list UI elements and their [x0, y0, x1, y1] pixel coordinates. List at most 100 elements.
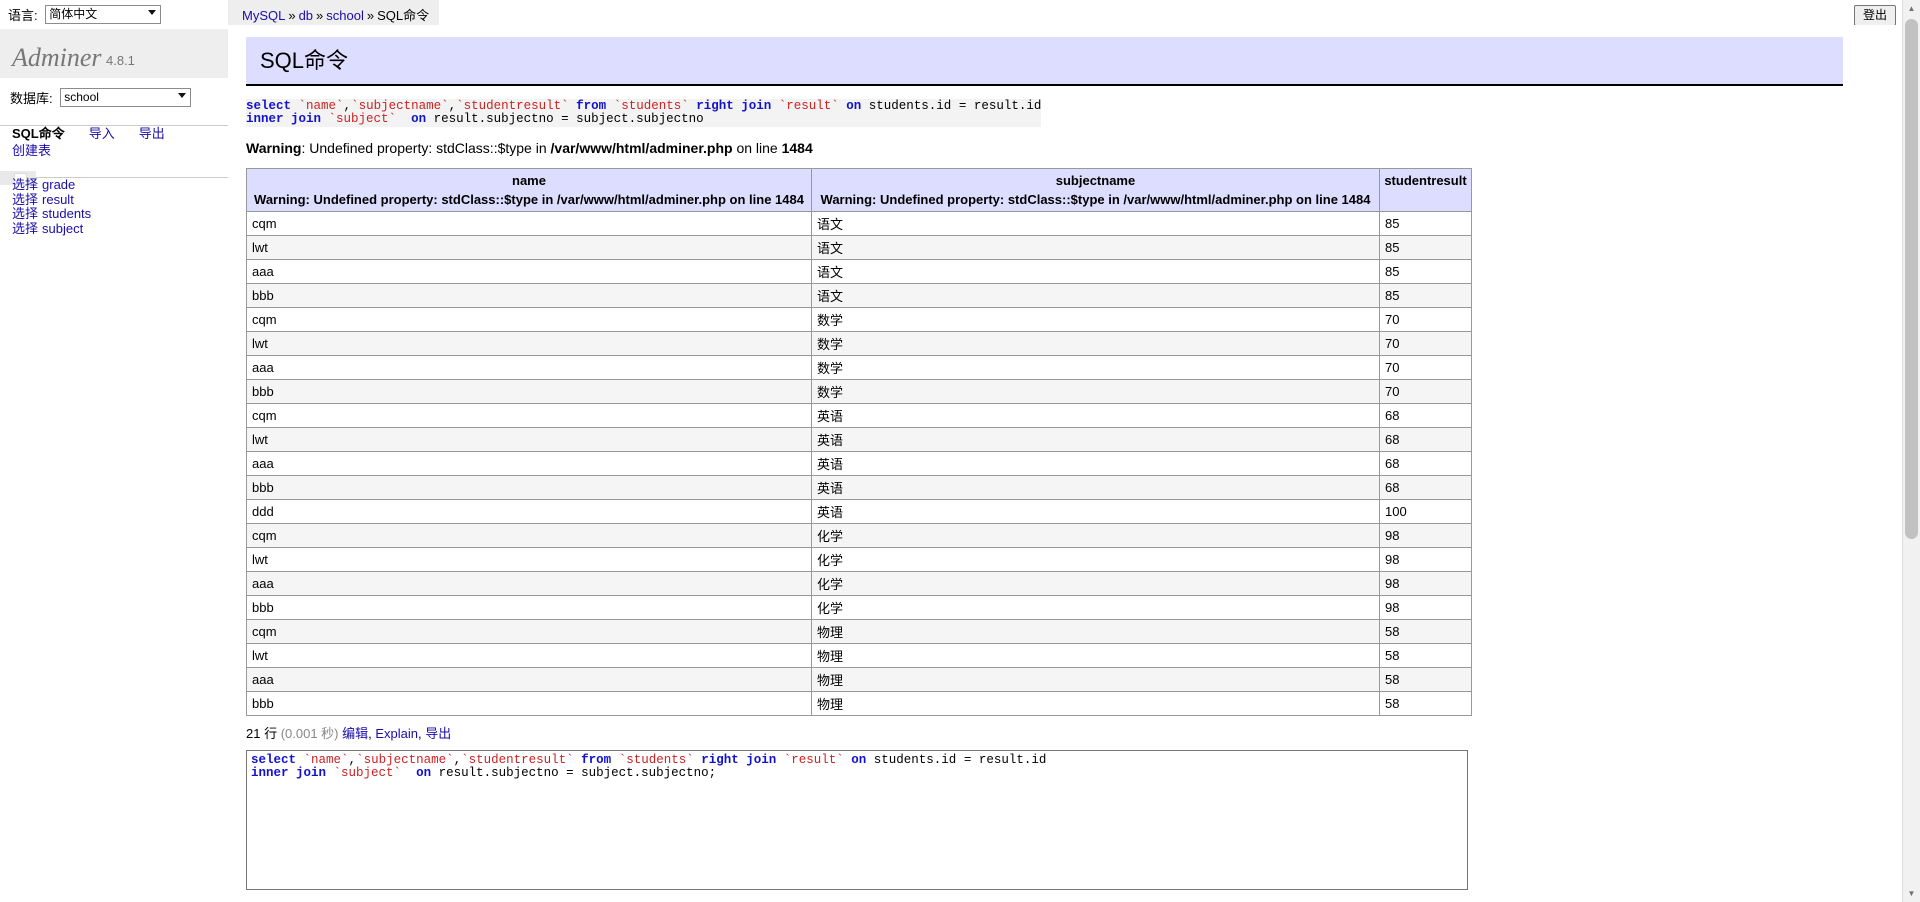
- table-list-item: 选择 result: [12, 192, 224, 208]
- cell-name: cqm: [246, 619, 812, 645]
- table-row[interactable]: cqm 英语 68: [246, 403, 1472, 429]
- sidebar-item-create-table[interactable]: 创建表: [12, 143, 51, 158]
- cell-studentresult: 68: [1379, 427, 1472, 453]
- cell-name: aaa: [246, 259, 812, 285]
- table-row[interactable]: bbb 物理 58: [246, 691, 1472, 717]
- warning-online: on line: [732, 140, 782, 157]
- table-row[interactable]: bbb 英语 68: [246, 475, 1472, 501]
- table-row[interactable]: aaa 语文 85: [246, 259, 1472, 285]
- table-row[interactable]: cqm 数学 70: [246, 307, 1472, 333]
- column-header-name[interactable]: name Warning: Undefined property: stdClas…: [246, 168, 812, 213]
- cell-subjectname: 英语: [811, 499, 1380, 525]
- table-row[interactable]: bbb 数学 70: [246, 379, 1472, 405]
- sql-token: result.subjectno = subject.subjectno;: [431, 766, 717, 781]
- cell-name: lwt: [246, 643, 812, 669]
- cell-subjectname: 语文: [811, 259, 1380, 285]
- result-header-row: name Warning: Undefined property: stdClas…: [246, 168, 1472, 213]
- export-link[interactable]: 导出: [425, 726, 451, 741]
- table-row[interactable]: lwt 英语 68: [246, 427, 1472, 453]
- cell-name: lwt: [246, 235, 812, 261]
- vertical-scrollbar[interactable]: ▲ ▼: [1902, 0, 1920, 902]
- table-row[interactable]: lwt 语文 85: [246, 235, 1472, 261]
- select-table-link-subject[interactable]: 选择: [12, 221, 38, 236]
- table-row[interactable]: lwt 数学 70: [246, 331, 1472, 357]
- cell-name: cqm: [246, 523, 812, 549]
- select-table-link-grade[interactable]: 选择: [12, 177, 38, 192]
- table-row[interactable]: bbb 语文 85: [246, 283, 1472, 309]
- table-row[interactable]: lwt 化学 98: [246, 547, 1472, 573]
- cell-name: aaa: [246, 571, 812, 597]
- query-line-2: inner join `subject` on result.subjectno…: [246, 112, 704, 126]
- sql-token: `name`: [298, 99, 344, 114]
- table-row[interactable]: aaa 英语 68: [246, 451, 1472, 477]
- explain-link[interactable]: Explain: [375, 726, 418, 741]
- table-row[interactable]: cqm 语文 85: [246, 211, 1472, 237]
- sql-query-textarea[interactable]: select `name`,`subjectname`,`studentresu…: [246, 750, 1468, 891]
- table-row[interactable]: bbb 化学 98: [246, 595, 1472, 621]
- cell-subjectname: 化学: [811, 571, 1380, 597]
- table-link-result[interactable]: result: [42, 192, 74, 207]
- adminer-logo-box: Adminer 4.8.1: [0, 29, 228, 79]
- table-row[interactable]: cqm 化学 98: [246, 523, 1472, 549]
- scroll-down-icon[interactable]: ▼: [1903, 885, 1920, 902]
- column-header-studentresult[interactable]: studentresult: [1379, 168, 1472, 213]
- cell-subjectname: 数学: [811, 379, 1380, 405]
- cell-subjectname: 英语: [811, 451, 1380, 477]
- cell-name: bbb: [246, 595, 812, 621]
- cell-subjectname: 数学: [811, 355, 1380, 381]
- breadcrumb-separator: »: [366, 8, 375, 23]
- sql-token: on: [846, 99, 862, 114]
- scrollbar-thumb[interactable]: [1905, 19, 1918, 539]
- sql-token: `studentresult`: [456, 99, 569, 114]
- table-row[interactable]: aaa 化学 98: [246, 571, 1472, 597]
- cell-studentresult: 100: [1379, 499, 1472, 525]
- table-link-grade[interactable]: grade: [42, 177, 75, 192]
- sidebar-item-export[interactable]: 导出: [139, 126, 165, 141]
- sql-token: ,: [343, 99, 352, 114]
- select-table-link-students[interactable]: 选择: [12, 206, 38, 222]
- cell-subjectname: 物理: [811, 667, 1380, 693]
- table-row[interactable]: cqm 物理 58: [246, 619, 1472, 645]
- cell-subjectname: 数学: [811, 307, 1380, 333]
- sql-token: select: [246, 99, 292, 114]
- sidebar-item-sql-command[interactable]: SQL命令: [12, 126, 65, 141]
- cell-name: bbb: [246, 691, 812, 717]
- breadcrumb-db[interactable]: db: [299, 8, 313, 23]
- column-header-subjectname[interactable]: subjectname Warning: Undefined property: …: [811, 168, 1380, 213]
- table-link-subject[interactable]: subject: [42, 221, 83, 236]
- query-duration: (0.001 秒): [280, 726, 339, 742]
- cell-studentresult: 70: [1379, 355, 1472, 381]
- language-selected-value: 简体中文: [49, 7, 98, 21]
- cell-studentresult: 58: [1379, 643, 1472, 669]
- breadcrumb-server[interactable]: MySQL: [242, 8, 285, 23]
- cell-subjectname: 英语: [811, 427, 1380, 453]
- table-list-item: 选择 subject: [12, 221, 224, 237]
- cell-studentresult: 68: [1379, 451, 1472, 477]
- table-row[interactable]: ddd 英语 100: [246, 499, 1472, 525]
- sql-token: `name`: [303, 753, 349, 768]
- query-line-1: select `name`,`subjectname`,`studentresu…: [246, 99, 1041, 113]
- select-table-link-result[interactable]: 选择: [12, 192, 38, 207]
- language-select[interactable]: 简体中文: [45, 5, 162, 24]
- table-row[interactable]: lwt 物理 58: [246, 643, 1472, 669]
- editor-line-2: inner join `subject` on result.subjectno…: [251, 766, 716, 780]
- table-link-students[interactable]: students: [42, 206, 91, 222]
- sql-token: `subjectname`: [351, 99, 449, 114]
- column-name: studentresult: [1384, 173, 1467, 189]
- main-content: SQL命令 select `name`,`subjectname`,`stude…: [228, 25, 1903, 902]
- breadcrumb-database[interactable]: school: [326, 8, 364, 23]
- breadcrumb-separator: »: [288, 8, 296, 23]
- sidebar-item-import[interactable]: 导入: [89, 126, 115, 141]
- edit-link[interactable]: 编辑: [342, 726, 368, 741]
- chevron-down-icon: [178, 93, 187, 98]
- table-row[interactable]: aaa 物理 58: [246, 667, 1472, 693]
- scroll-up-icon[interactable]: ▲: [1903, 0, 1920, 17]
- database-select[interactable]: school: [60, 88, 192, 107]
- logout-button[interactable]: 登出: [1853, 5, 1896, 26]
- table-row[interactable]: aaa 数学 70: [246, 355, 1472, 381]
- cell-studentresult: 98: [1379, 571, 1472, 597]
